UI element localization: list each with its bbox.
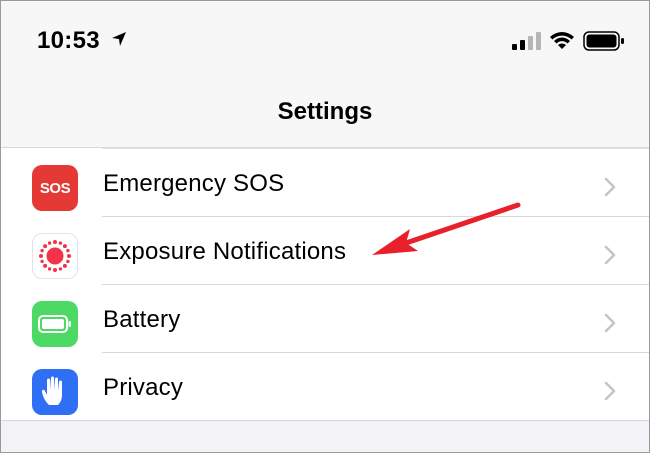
settings-row-label: Exposure Notifications bbox=[103, 238, 347, 265]
chevron-right-icon bbox=[604, 313, 616, 338]
status-bar: 10:53 bbox=[1, 1, 649, 83]
settings-row-privacy[interactable]: Privacy bbox=[1, 353, 649, 421]
settings-row-exposure-notifications[interactable]: Exposure Notifications bbox=[1, 217, 649, 285]
location-arrow-icon bbox=[111, 31, 127, 52]
row-divider bbox=[1, 420, 649, 421]
chevron-right-icon bbox=[604, 381, 616, 406]
navigation-bar: Settings bbox=[1, 83, 649, 148]
page-title: Settings bbox=[277, 98, 373, 125]
settings-list: SOS Emergency SOS Exposure Notifications… bbox=[1, 148, 649, 421]
list-footer-background bbox=[1, 426, 649, 452]
settings-row-emergency-sos[interactable]: SOS Emergency SOS bbox=[1, 149, 649, 217]
sos-icon: SOS bbox=[32, 165, 78, 211]
settings-row-label: Emergency SOS bbox=[103, 170, 285, 197]
battery-icon bbox=[32, 301, 78, 347]
cellular-signal-icon bbox=[512, 32, 542, 55]
settings-row-label: Battery bbox=[103, 306, 181, 333]
chevron-right-icon bbox=[604, 245, 616, 270]
settings-screen: 10:53 Settings SOS Emergency SOS Exposur… bbox=[0, 0, 650, 453]
status-time: 10:53 bbox=[37, 27, 100, 54]
exposure-notifications-icon bbox=[32, 233, 78, 279]
chevron-right-icon bbox=[604, 177, 616, 202]
battery-icon bbox=[583, 31, 625, 56]
wifi-icon bbox=[549, 30, 575, 55]
hand-icon bbox=[32, 369, 78, 415]
red-arrow-icon bbox=[366, 199, 526, 268]
settings-row-battery[interactable]: Battery bbox=[1, 285, 649, 353]
settings-row-label: Privacy bbox=[103, 374, 184, 401]
